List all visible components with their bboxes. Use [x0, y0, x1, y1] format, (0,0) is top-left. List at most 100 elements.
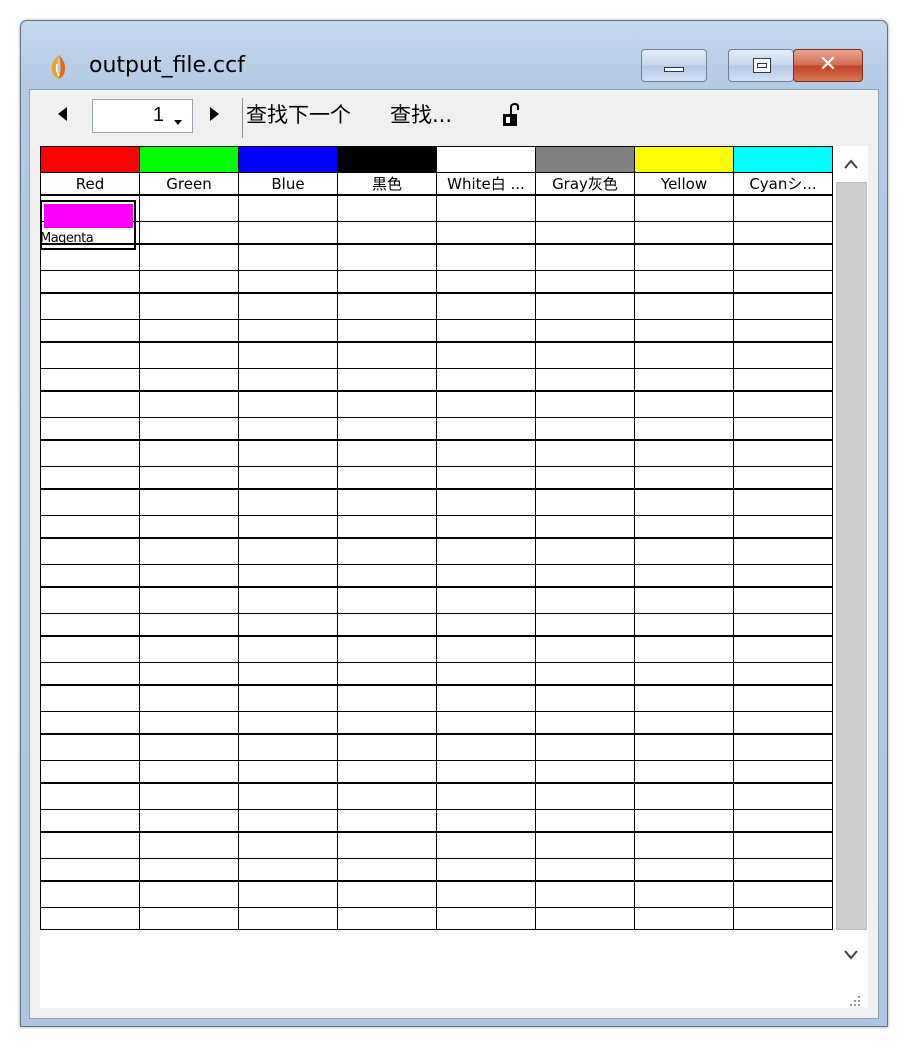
empty-swatch-cell[interactable]: [733, 880, 833, 908]
empty-swatch-cell[interactable]: [238, 880, 338, 908]
empty-swatch-cell[interactable]: [337, 586, 437, 614]
empty-swatch-cell[interactable]: [436, 782, 536, 810]
empty-swatch-cell[interactable]: [634, 488, 734, 516]
empty-swatch-cell[interactable]: [337, 831, 437, 859]
empty-swatch-cell[interactable]: [535, 194, 635, 222]
empty-swatch-cell[interactable]: [634, 537, 734, 565]
find-next-button[interactable]: 查找下一个: [246, 100, 351, 130]
empty-swatch-cell[interactable]: [436, 880, 536, 908]
empty-swatch-cell[interactable]: [238, 782, 338, 810]
empty-swatch-cell[interactable]: [436, 537, 536, 565]
empty-swatch-cell[interactable]: [139, 684, 239, 712]
empty-swatch-cell[interactable]: [535, 390, 635, 418]
swatch-3[interactable]: [337, 146, 437, 173]
empty-swatch-cell[interactable]: [733, 782, 833, 810]
empty-swatch-cell[interactable]: [733, 537, 833, 565]
empty-swatch-cell[interactable]: [139, 782, 239, 810]
empty-swatch-cell[interactable]: [634, 635, 734, 663]
empty-swatch-cell[interactable]: [436, 243, 536, 271]
empty-swatch-cell[interactable]: [139, 243, 239, 271]
empty-swatch-cell[interactable]: [40, 586, 140, 614]
empty-swatch-cell[interactable]: [535, 733, 635, 761]
empty-swatch-cell[interactable]: [337, 635, 437, 663]
empty-swatch-cell[interactable]: [436, 831, 536, 859]
empty-swatch-cell[interactable]: [40, 488, 140, 516]
unlock-icon[interactable]: [500, 103, 522, 129]
page-selector[interactable]: 1: [92, 99, 193, 133]
empty-swatch-cell[interactable]: [40, 537, 140, 565]
empty-swatch-cell[interactable]: [238, 586, 338, 614]
empty-swatch-cell[interactable]: [337, 194, 437, 222]
empty-swatch-cell[interactable]: [40, 831, 140, 859]
empty-swatch-cell[interactable]: [40, 292, 140, 320]
empty-swatch-cell[interactable]: [733, 390, 833, 418]
empty-swatch-cell[interactable]: [634, 439, 734, 467]
empty-swatch-cell[interactable]: [238, 194, 338, 222]
empty-swatch-cell[interactable]: [634, 831, 734, 859]
empty-swatch-cell[interactable]: [337, 537, 437, 565]
empty-swatch-cell[interactable]: [436, 733, 536, 761]
empty-swatch-cell[interactable]: [40, 635, 140, 663]
empty-swatch-cell[interactable]: [139, 831, 239, 859]
empty-swatch-cell[interactable]: [535, 537, 635, 565]
empty-swatch-cell[interactable]: [40, 439, 140, 467]
empty-swatch-cell[interactable]: [436, 390, 536, 418]
swatch-6[interactable]: [634, 146, 734, 173]
chevron-down-icon[interactable]: [174, 120, 182, 125]
scroll-up-icon[interactable]: [834, 146, 868, 182]
empty-swatch-cell[interactable]: [436, 684, 536, 712]
empty-swatch-cell[interactable]: [238, 341, 338, 369]
empty-swatch-cell[interactable]: [238, 243, 338, 271]
empty-swatch-cell[interactable]: [733, 243, 833, 271]
empty-swatch-cell[interactable]: [634, 292, 734, 320]
empty-swatch-cell[interactable]: [139, 880, 239, 908]
empty-swatch-cell[interactable]: [733, 341, 833, 369]
empty-swatch-cell[interactable]: [535, 635, 635, 663]
empty-swatch-cell[interactable]: [238, 733, 338, 761]
empty-swatch-cell[interactable]: [337, 782, 437, 810]
empty-swatch-cell[interactable]: [238, 635, 338, 663]
empty-swatch-cell[interactable]: [139, 635, 239, 663]
empty-swatch-cell[interactable]: [139, 439, 239, 467]
empty-swatch-cell[interactable]: [634, 243, 734, 271]
empty-swatch-cell[interactable]: [337, 243, 437, 271]
empty-swatch-cell[interactable]: [634, 684, 734, 712]
empty-swatch-cell[interactable]: [238, 488, 338, 516]
empty-swatch-cell[interactable]: [634, 782, 734, 810]
empty-swatch-cell[interactable]: [535, 341, 635, 369]
empty-swatch-cell[interactable]: [436, 488, 536, 516]
swatch-7[interactable]: [733, 146, 833, 173]
empty-swatch-cell[interactable]: [337, 439, 437, 467]
empty-swatch-cell[interactable]: [238, 439, 338, 467]
empty-swatch-cell[interactable]: [139, 733, 239, 761]
empty-swatch-cell[interactable]: [40, 782, 140, 810]
empty-swatch-cell[interactable]: [436, 586, 536, 614]
swatch-magenta[interactable]: [44, 204, 133, 228]
swatch-2[interactable]: [238, 146, 338, 173]
empty-swatch-cell[interactable]: [337, 390, 437, 418]
find-button[interactable]: 查找...: [390, 100, 452, 130]
empty-swatch-cell[interactable]: [238, 292, 338, 320]
empty-swatch-cell[interactable]: [337, 292, 437, 320]
empty-swatch-cell[interactable]: [535, 586, 635, 614]
empty-swatch-cell[interactable]: [634, 390, 734, 418]
swatch-1[interactable]: [139, 146, 239, 173]
empty-swatch-cell[interactable]: [634, 733, 734, 761]
empty-swatch-cell[interactable]: [535, 292, 635, 320]
empty-swatch-cell[interactable]: [733, 831, 833, 859]
empty-swatch-cell[interactable]: [436, 292, 536, 320]
empty-swatch-cell[interactable]: [733, 439, 833, 467]
empty-swatch-cell[interactable]: [436, 635, 536, 663]
maximize-button[interactable]: [728, 49, 794, 82]
empty-swatch-cell[interactable]: [139, 488, 239, 516]
empty-swatch-cell[interactable]: [139, 194, 239, 222]
empty-swatch-cell[interactable]: [634, 880, 734, 908]
empty-swatch-cell[interactable]: [337, 488, 437, 516]
empty-swatch-cell[interactable]: [535, 782, 635, 810]
empty-swatch-cell[interactable]: [139, 390, 239, 418]
empty-swatch-cell[interactable]: [139, 292, 239, 320]
empty-swatch-cell[interactable]: [436, 341, 536, 369]
empty-swatch-cell[interactable]: [238, 684, 338, 712]
empty-swatch-cell[interactable]: [40, 880, 140, 908]
empty-swatch-cell[interactable]: [139, 537, 239, 565]
